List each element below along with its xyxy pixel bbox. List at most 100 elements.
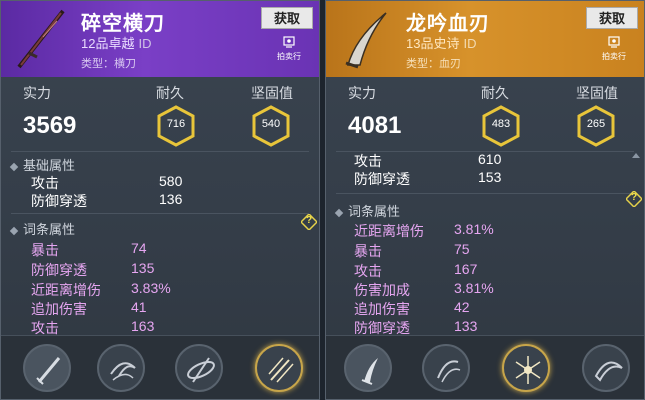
- weapon-type: 类型：横刀: [81, 58, 136, 70]
- durability-badge: 716: [156, 105, 196, 147]
- talon-icon: [437, 360, 461, 383]
- attr-name: 近距离增伤: [31, 282, 101, 298]
- attr-value: 135: [131, 260, 155, 276]
- attr-name: 暴击: [354, 243, 382, 259]
- attr-value: 610: [478, 151, 502, 167]
- affix-title-text: 词条属性: [23, 222, 76, 237]
- power-label: 实力: [348, 85, 376, 101]
- id-label: ID: [463, 36, 477, 51]
- id-label: ID: [138, 36, 152, 51]
- spin-icon: [187, 357, 215, 383]
- attr-name: 攻击: [31, 175, 59, 191]
- grade-text: 13品史诗: [406, 36, 460, 51]
- attr-name: 近距离增伤: [354, 223, 424, 239]
- power-label: 实力: [23, 85, 51, 101]
- affix-title-text: 词条属性: [348, 204, 401, 219]
- power-value: 3569: [23, 112, 77, 139]
- divider: [11, 213, 309, 214]
- attr-name: 攻击: [354, 263, 382, 279]
- attr-name: 攻击: [354, 153, 382, 169]
- durability-label: 耐久: [481, 85, 509, 101]
- get-button[interactable]: 获取: [261, 7, 313, 29]
- attr-name: 防御穿透: [354, 171, 410, 187]
- auction-label: 拍卖行: [277, 52, 301, 61]
- weapon-name: 龙吟血刃: [406, 13, 490, 35]
- auction-house-button[interactable]: 拍卖行: [271, 35, 307, 62]
- attr-value: 167: [454, 261, 478, 277]
- weapon-grade: 12品卓越 ID: [81, 33, 151, 52]
- skill-slot-active[interactable]: [255, 344, 303, 392]
- attr-value: 136: [159, 191, 183, 207]
- slash-icon: [268, 357, 294, 383]
- attr-name: 伤害加成: [354, 282, 410, 298]
- attr-value: 133: [454, 318, 478, 334]
- auction-icon: [283, 36, 295, 48]
- durability-badge: 483: [481, 105, 521, 147]
- burst-icon: [515, 356, 541, 384]
- diamond-icon: [9, 226, 19, 235]
- attr-name: 防御穿透: [31, 193, 87, 209]
- skill-tray: [326, 335, 644, 399]
- divider: [336, 193, 634, 194]
- skill-slot[interactable]: [23, 344, 71, 392]
- help-glyph: ?: [630, 192, 638, 203]
- sword-icon: [36, 357, 61, 385]
- auction-icon: [608, 36, 620, 48]
- attr-value: 3.81%: [454, 280, 494, 296]
- curved-blade-icon: [345, 12, 387, 69]
- weapon-name: 碎空横刀: [81, 13, 165, 35]
- attr-value: 580: [159, 173, 183, 189]
- solidity-value: 265: [586, 118, 606, 130]
- scroll-up-indicator: [632, 153, 640, 158]
- weapon-grade: 13品史诗 ID: [406, 33, 476, 52]
- help-button[interactable]: ?: [301, 214, 317, 230]
- attr-value: 3.81%: [454, 221, 494, 237]
- swirl-icon: [110, 362, 136, 381]
- auction-house-button[interactable]: 拍卖行: [596, 35, 632, 62]
- solidity-label: 坚固值: [576, 85, 618, 101]
- attr-value: 75: [454, 241, 470, 257]
- attr-name: 追加伤害: [354, 301, 410, 317]
- dagger-icon: [361, 358, 378, 385]
- attr-name: 暴击: [31, 242, 59, 258]
- help-glyph: ?: [305, 215, 313, 226]
- skill-slot[interactable]: [422, 344, 470, 392]
- attr-value: 3.83%: [131, 280, 171, 296]
- solidity-label: 坚固值: [251, 85, 293, 101]
- durability-value: 716: [166, 118, 186, 130]
- skill-slot-active[interactable]: [502, 344, 550, 392]
- skill-slot[interactable]: [582, 344, 630, 392]
- durability-value: 483: [491, 118, 511, 130]
- weapon-header: 碎空横刀 12品卓越 ID 类型：横刀 获取 拍卖行: [1, 1, 319, 77]
- affix-attributes-title: 词条属性: [9, 219, 76, 238]
- base-title-text: 基础属性: [23, 158, 76, 173]
- affix-attributes-title: 词条属性: [334, 201, 401, 220]
- attr-value: 42: [454, 299, 470, 315]
- attr-name: 防御穿透: [31, 262, 87, 278]
- weapon-card-right: 龙吟血刃 13品史诗 ID 类型：血刃 获取 拍卖行 实力 耐久 坚固值 4081…: [325, 0, 645, 400]
- solidity-badge: 540: [251, 105, 291, 147]
- attr-name: 追加伤害: [31, 301, 87, 317]
- weapon-type: 类型：血刃: [406, 58, 461, 70]
- skill-slot[interactable]: [175, 344, 223, 392]
- weapon-card-left: 碎空横刀 12品卓越 ID 类型：横刀 获取 拍卖行 实力 耐久 坚固值 3569…: [0, 0, 320, 400]
- attr-value: 153: [478, 169, 502, 185]
- solidity-badge: 265: [576, 105, 616, 147]
- grade-text: 12品卓越: [81, 36, 135, 51]
- diamond-icon: [9, 162, 19, 171]
- power-value: 4081: [348, 112, 402, 139]
- diamond-icon: [334, 208, 344, 217]
- skill-slot[interactable]: [97, 344, 145, 392]
- get-button[interactable]: 获取: [586, 7, 638, 29]
- attr-value: 74: [131, 240, 147, 256]
- solidity-value: 540: [261, 118, 281, 130]
- skill-slot[interactable]: [344, 344, 392, 392]
- katana-icon: [17, 9, 65, 69]
- attr-value: 41: [131, 299, 147, 315]
- crescent-icon: [594, 361, 623, 382]
- weapon-header: 龙吟血刃 13品史诗 ID 类型：血刃 获取 拍卖行: [326, 1, 644, 77]
- durability-label: 耐久: [156, 85, 184, 101]
- weapon-compare-screen: 碎空横刀 12品卓越 ID 类型：横刀 获取 拍卖行 实力 耐久 坚固值 3569…: [0, 0, 645, 400]
- help-button[interactable]: ?: [626, 191, 642, 207]
- attr-value: 163: [131, 318, 155, 334]
